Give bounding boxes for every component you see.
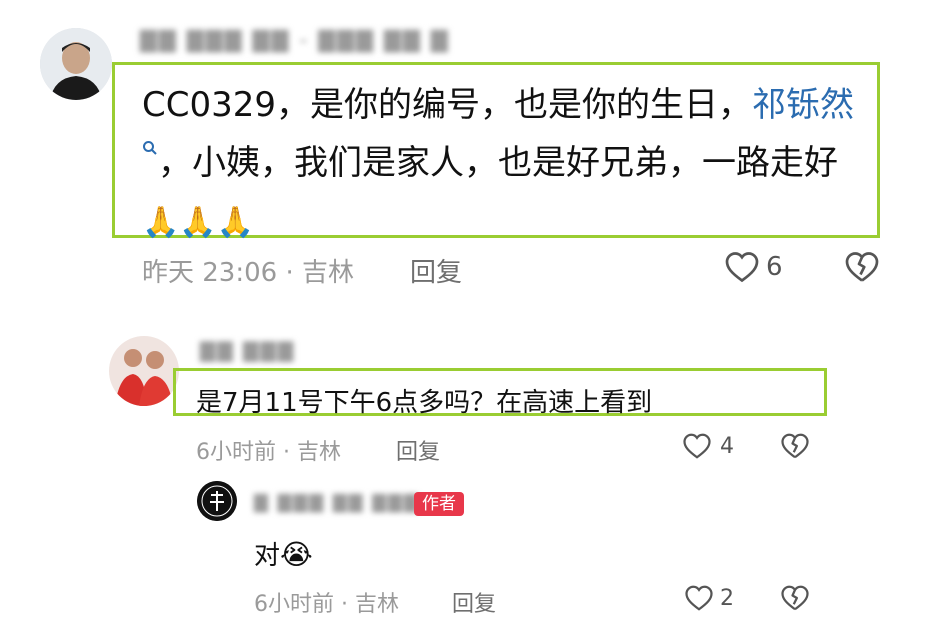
comment-text-part2: ，小姨，我们是家人，也是好兄弟，一路走好 xyxy=(158,143,838,183)
comment-meta: 昨天 23:06 · 吉林 xyxy=(142,258,354,288)
broken-heart-icon[interactable] xyxy=(780,432,810,460)
like-count: 4 xyxy=(720,434,734,459)
like-count: 2 xyxy=(720,586,734,611)
reply-text: 对😭 xyxy=(254,535,313,572)
broken-heart-icon[interactable] xyxy=(780,584,810,612)
mention-name[interactable]: 祁铄然 xyxy=(752,85,854,125)
pray-emoji: 🙏 xyxy=(142,205,180,240)
heart-outline-icon[interactable] xyxy=(684,584,714,612)
username[interactable]: ▇ ▇▇▇ ▇▇ ▇▇▇ xyxy=(254,492,420,513)
crying-emoji: 😭 xyxy=(280,538,313,571)
reply-button[interactable]: 回复 xyxy=(452,586,496,618)
pray-emoji: 🙏 xyxy=(216,205,255,240)
reply-text: 是7月11号下午6点多吗？在高速上看到 xyxy=(196,388,653,418)
heart-outline-icon[interactable] xyxy=(682,432,712,460)
username[interactable]: ▇▇ ▇▇▇ ▇▇ - ▇▇▇ ▇▇ ▇ xyxy=(140,28,450,53)
reply-meta: 6小时前 · 吉林 xyxy=(196,440,341,465)
avatar[interactable] xyxy=(197,481,237,521)
like-count: 6 xyxy=(766,252,783,282)
avatar[interactable] xyxy=(109,336,179,406)
reply-meta: 6小时前 · 吉林 xyxy=(254,592,399,617)
author-badge: 作者 xyxy=(414,492,464,516)
comment-text: CC0329，是你的编号，也是你的生日，祁铄然 ，小姨，我们是家人，也是好兄弟，一… xyxy=(142,76,862,252)
reply-button[interactable]: 回复 xyxy=(410,252,462,289)
avatar[interactable] xyxy=(40,28,112,100)
comment-text-part1: CC0329，是你的编号，也是你的生日， xyxy=(142,85,753,125)
broken-heart-icon[interactable] xyxy=(844,250,880,284)
reply-button[interactable]: 回复 xyxy=(396,434,440,466)
heart-outline-icon[interactable] xyxy=(724,250,760,284)
search-icon[interactable] xyxy=(142,140,158,156)
reply-text-content: 对 xyxy=(254,541,281,571)
username[interactable]: ▇▇ ▇▇▇ xyxy=(200,338,295,362)
pray-emoji: 🙏 xyxy=(179,205,217,240)
